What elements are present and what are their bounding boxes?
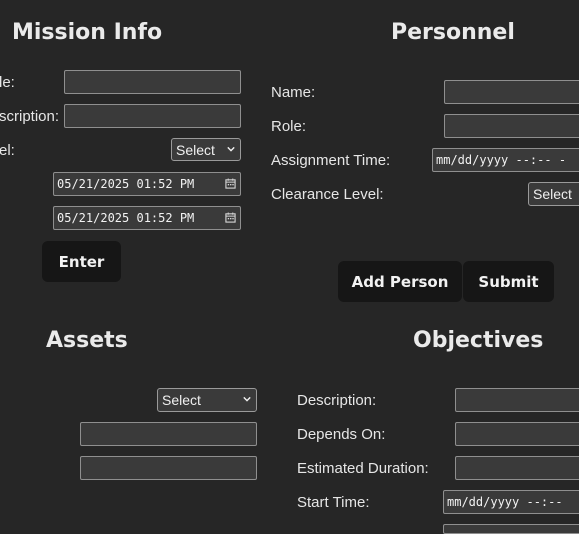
clearance-level-select-value: Select [533,186,572,202]
calendar-icon[interactable] [225,178,236,189]
clearance-level-select[interactable]: Select [528,182,579,206]
personnel-role-input[interactable] [444,114,579,138]
start-time-input[interactable]: mm/dd/yyyy --:-- [443,490,579,514]
chevron-down-icon [227,146,235,152]
add-person-button[interactable]: Add Person [338,261,462,302]
mission-level-label: el: [0,142,15,159]
asset-type-select-value: Select [162,392,201,408]
assets-title: Assets [46,328,128,353]
asset-name-input[interactable] [80,422,257,446]
submit-button[interactable]: Submit [463,261,554,302]
assignment-time-input[interactable]: mm/dd/yyyy --:-- - [432,148,579,172]
personnel-role-label: Role: [271,118,307,135]
estimated-duration-input[interactable] [455,456,579,480]
personnel-title: Personnel [391,20,515,45]
personnel-name-label: Name: [271,84,316,101]
mission-end-datetime-input[interactable]: 05/21/2025 01:52 PM [53,206,241,230]
mission-title-input[interactable] [64,70,241,94]
enter-button[interactable]: Enter [42,241,121,282]
asset-type-select[interactable]: Select [157,388,257,412]
objective-description-label: Description: [297,392,377,409]
objective-next-input[interactable] [443,524,579,534]
objectives-title: Objectives [413,328,544,353]
depends-on-label: Depends On: [297,426,386,443]
asset-detail-input[interactable] [80,456,257,480]
assignment-time-placeholder: mm/dd/yyyy --:-- - [436,153,567,167]
calendar-icon[interactable] [225,212,236,223]
depends-on-input[interactable] [455,422,579,446]
chevron-down-icon [243,396,251,402]
mission-title-label: le: [0,74,15,91]
start-time-placeholder: mm/dd/yyyy --:-- [447,495,563,509]
mission-start-datetime-value: 05/21/2025 01:52 PM [57,177,195,191]
mission-level-select-value: Select [176,141,215,158]
clearance-level-label: Clearance Level: [271,186,384,203]
mission-info-title: Mission Info [12,20,163,45]
objective-description-input[interactable] [455,388,579,412]
estimated-duration-label: Estimated Duration: [297,460,429,477]
mission-level-select[interactable]: Select [171,138,241,161]
assignment-time-label: Assignment Time: [271,152,391,169]
mission-description-input[interactable] [64,104,241,128]
mission-description-label: scription: [0,108,60,125]
personnel-name-input[interactable] [444,80,579,104]
start-time-label: Start Time: [297,494,370,511]
mission-end-datetime-value: 05/21/2025 01:52 PM [57,211,195,225]
mission-start-datetime-input[interactable]: 05/21/2025 01:52 PM [53,172,241,196]
